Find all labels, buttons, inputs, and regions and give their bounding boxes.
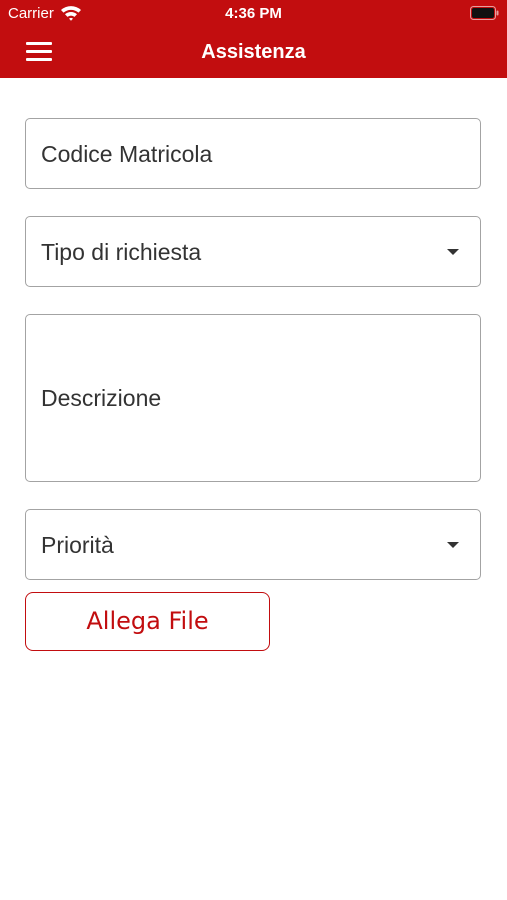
status-bar: Carrier 4:36 PM (0, 0, 507, 28)
caret-down-icon (447, 249, 459, 255)
descrizione-placeholder: Descrizione (41, 385, 162, 411)
descrizione-textarea[interactable]: Descrizione (25, 314, 481, 482)
app-header: Carrier 4:36 PM Assistenza (0, 0, 507, 78)
page-title: Assistenza (201, 41, 306, 63)
codice-matricola-placeholder: Codice Matricola (41, 141, 213, 167)
allega-file-button[interactable]: Allega File (25, 592, 270, 651)
tipo-richiesta-select[interactable]: Tipo di richiesta (25, 216, 481, 287)
codice-matricola-input[interactable]: Codice Matricola (25, 118, 481, 189)
status-time: 4:36 PM (225, 5, 282, 22)
battery-icon (470, 6, 499, 20)
navigation-bar: Assistenza (0, 28, 507, 78)
tipo-richiesta-placeholder: Tipo di richiesta (41, 239, 202, 265)
priorita-select[interactable]: Priorità (25, 509, 481, 580)
caret-down-icon (447, 542, 459, 548)
priorita-placeholder: Priorità (41, 532, 114, 558)
